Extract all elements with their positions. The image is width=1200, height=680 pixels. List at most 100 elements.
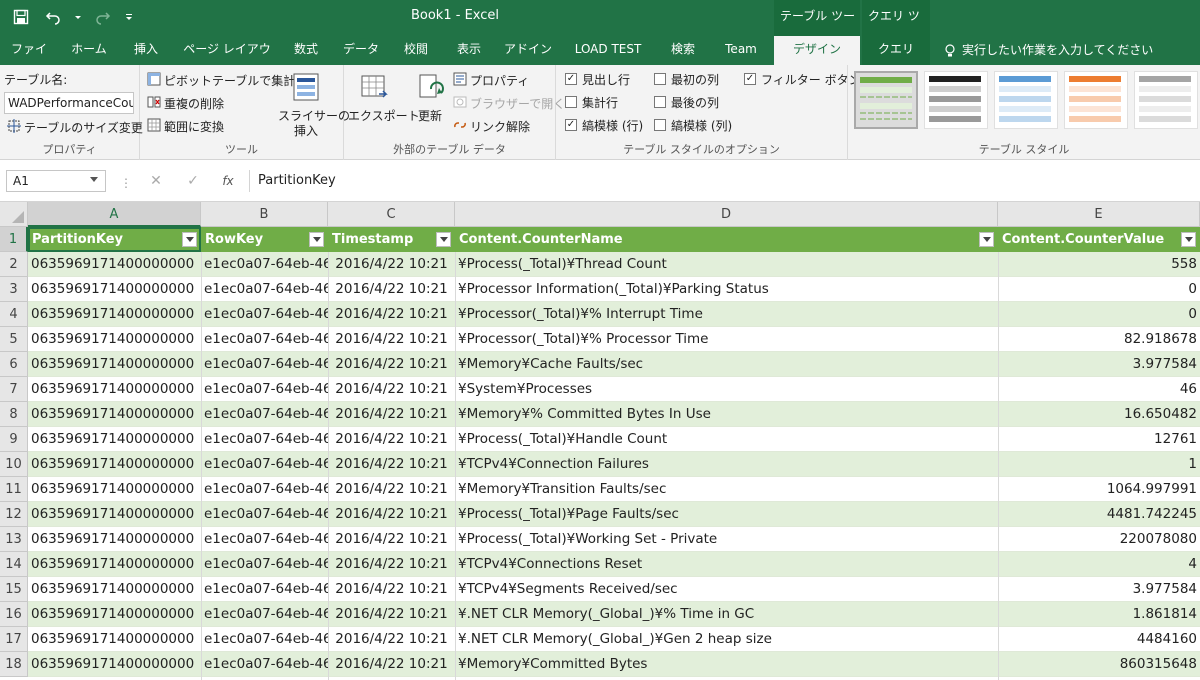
- table-cell-counter-name[interactable]: ¥Memory¥Committed Bytes: [455, 652, 998, 677]
- table-cell-counter-value[interactable]: 82.918678: [998, 327, 1200, 352]
- table-cell-partition-key[interactable]: 0635969171400000000: [28, 252, 201, 277]
- external-properties-button[interactable]: プロパティ: [470, 72, 529, 89]
- row-header[interactable]: 14: [0, 552, 28, 577]
- table-cell-counter-value[interactable]: 558: [998, 252, 1200, 277]
- table-header-counter-value[interactable]: Content.CounterValue: [998, 227, 1200, 252]
- table-cell-partition-key[interactable]: 0635969171400000000: [28, 427, 201, 452]
- table-cell-counter-value[interactable]: 3.977584: [998, 577, 1200, 602]
- table-cell-timestamp[interactable]: 2016/4/22 10:21: [328, 602, 455, 627]
- table-cell-row-key[interactable]: e1ec0a07-64eb-46: [201, 602, 328, 627]
- table-name-input[interactable]: WADPerformanceCou: [4, 92, 134, 114]
- table-cell-timestamp[interactable]: 2016/4/22 10:21: [328, 552, 455, 577]
- table-cell-row-key[interactable]: e1ec0a07-64eb-46: [201, 652, 328, 677]
- filter-dropdown-button[interactable]: [309, 232, 324, 247]
- tab-query[interactable]: クエリ: [862, 36, 930, 65]
- table-cell-counter-name[interactable]: ¥System¥Processes: [455, 377, 998, 402]
- row-header[interactable]: 5: [0, 327, 28, 352]
- table-cell-counter-value[interactable]: 1: [998, 452, 1200, 477]
- table-cell-timestamp[interactable]: 2016/4/22 10:21: [328, 527, 455, 552]
- table-cell-partition-key[interactable]: 0635969171400000000: [28, 402, 201, 427]
- tab-design[interactable]: デザイン: [774, 36, 860, 65]
- tab-page-layout[interactable]: ページ レイアウト: [180, 36, 274, 83]
- filter-button-checkbox[interactable]: ✓: [744, 73, 756, 85]
- table-cell-partition-key[interactable]: 0635969171400000000: [28, 477, 201, 502]
- table-cell-row-key[interactable]: e1ec0a07-64eb-46: [201, 352, 328, 377]
- table-cell-timestamp[interactable]: 2016/4/22 10:21: [328, 377, 455, 402]
- table-cell-counter-value[interactable]: 0: [998, 277, 1200, 302]
- table-cell-counter-name[interactable]: ¥Memory¥Transition Faults/sec: [455, 477, 998, 502]
- tab-insert[interactable]: 挿入: [124, 36, 168, 65]
- refresh-button[interactable]: 更新: [412, 107, 448, 124]
- table-cell-partition-key[interactable]: 0635969171400000000: [28, 602, 201, 627]
- filter-dropdown-button[interactable]: [436, 232, 451, 247]
- column-header[interactable]: B: [201, 202, 328, 227]
- open-in-browser-button[interactable]: ブラウザーで開く: [470, 95, 565, 112]
- first-column-checkbox[interactable]: [654, 73, 666, 85]
- table-cell-partition-key[interactable]: 0635969171400000000: [28, 627, 201, 652]
- last-column-checkbox[interactable]: [654, 96, 666, 108]
- tab-load-test[interactable]: LOAD TEST: [566, 36, 650, 65]
- column-header[interactable]: C: [328, 202, 455, 227]
- table-cell-counter-name[interactable]: ¥Memory¥% Committed Bytes In Use: [455, 402, 998, 427]
- tab-file[interactable]: ファイル: [6, 36, 52, 83]
- table-cell-partition-key[interactable]: 0635969171400000000: [28, 527, 201, 552]
- table-cell-counter-name[interactable]: ¥Process(_Total)¥Handle Count: [455, 427, 998, 452]
- pivot-summary-button[interactable]: ピボットテーブルで集計: [164, 72, 295, 89]
- insert-slicer-label-2[interactable]: 挿入: [278, 122, 334, 139]
- table-cell-row-key[interactable]: e1ec0a07-64eb-46: [201, 427, 328, 452]
- table-cell-partition-key[interactable]: 0635969171400000000: [28, 652, 201, 677]
- filter-dropdown-button[interactable]: [1181, 232, 1196, 247]
- table-cell-timestamp[interactable]: 2016/4/22 10:21: [328, 352, 455, 377]
- table-cell-counter-name[interactable]: ¥Processor Information(_Total)¥Parking S…: [455, 277, 998, 302]
- table-cell-timestamp[interactable]: 2016/4/22 10:21: [328, 502, 455, 527]
- table-header-row-key[interactable]: RowKey: [201, 227, 328, 252]
- row-header[interactable]: 8: [0, 402, 28, 427]
- tab-team[interactable]: Team: [716, 36, 766, 65]
- table-cell-counter-value[interactable]: 1064.997991: [998, 477, 1200, 502]
- table-cell-row-key[interactable]: e1ec0a07-64eb-46: [201, 302, 328, 327]
- table-cell-row-key[interactable]: e1ec0a07-64eb-46: [201, 477, 328, 502]
- filter-dropdown-button[interactable]: [182, 232, 197, 247]
- banded-columns-checkbox[interactable]: [654, 119, 666, 131]
- select-all-button[interactable]: [0, 202, 28, 227]
- table-cell-row-key[interactable]: e1ec0a07-64eb-46: [201, 402, 328, 427]
- tab-addins[interactable]: アドイン: [500, 36, 556, 65]
- table-cell-row-key[interactable]: e1ec0a07-64eb-46: [201, 577, 328, 602]
- table-cell-partition-key[interactable]: 0635969171400000000: [28, 302, 201, 327]
- tab-formulas[interactable]: 数式: [284, 36, 328, 65]
- row-header[interactable]: 13: [0, 527, 28, 552]
- tab-home[interactable]: ホーム: [66, 36, 112, 65]
- table-cell-counter-name[interactable]: ¥Processor(_Total)¥% Processor Time: [455, 327, 998, 352]
- table-cell-timestamp[interactable]: 2016/4/22 10:21: [328, 652, 455, 677]
- table-cell-counter-value[interactable]: 4484160: [998, 627, 1200, 652]
- table-cell-counter-name[interactable]: ¥Process(_Total)¥Page Faults/sec: [455, 502, 998, 527]
- table-style-orange[interactable]: [1064, 71, 1128, 129]
- table-cell-partition-key[interactable]: 0635969171400000000: [28, 577, 201, 602]
- row-header[interactable]: 3: [0, 277, 28, 302]
- table-cell-counter-name[interactable]: ¥Process(_Total)¥Thread Count: [455, 252, 998, 277]
- remove-duplicates-button[interactable]: 重複の削除: [164, 95, 224, 112]
- table-cell-timestamp[interactable]: 2016/4/22 10:21: [328, 302, 455, 327]
- table-cell-counter-value[interactable]: 220078080: [998, 527, 1200, 552]
- name-box-dropdown-icon[interactable]: [90, 177, 98, 182]
- table-header-counter-name[interactable]: Content.CounterName: [455, 227, 998, 252]
- row-header[interactable]: 17: [0, 627, 28, 652]
- table-cell-partition-key[interactable]: 0635969171400000000: [28, 377, 201, 402]
- table-cell-counter-value[interactable]: 12761: [998, 427, 1200, 452]
- tab-view[interactable]: 表示: [448, 36, 490, 65]
- row-header[interactable]: 18: [0, 652, 28, 677]
- table-cell-counter-value[interactable]: 46: [998, 377, 1200, 402]
- worksheet-grid[interactable]: A B C D E 1 2 3 4 5 6 7 8 9 10 11 12 13 14 15 16 17 18 Partitio…: [0, 202, 1200, 680]
- table-cell-row-key[interactable]: e1ec0a07-64eb-46: [201, 277, 328, 302]
- table-style-blue[interactable]: [994, 71, 1058, 129]
- table-cell-timestamp[interactable]: 2016/4/22 10:21: [328, 627, 455, 652]
- table-cell-counter-name[interactable]: ¥Processor(_Total)¥% Interrupt Time: [455, 302, 998, 327]
- table-cell-counter-name[interactable]: ¥Memory¥Cache Faults/sec: [455, 352, 998, 377]
- table-cell-row-key[interactable]: e1ec0a07-64eb-46: [201, 252, 328, 277]
- table-cell-partition-key[interactable]: 0635969171400000000: [28, 327, 201, 352]
- table-cell-partition-key[interactable]: 0635969171400000000: [28, 502, 201, 527]
- table-cell-counter-name[interactable]: ¥.NET CLR Memory(_Global_)¥Gen 2 heap si…: [455, 627, 998, 652]
- cancel-entry-button[interactable]: ✕: [146, 171, 166, 191]
- table-cell-row-key[interactable]: e1ec0a07-64eb-46: [201, 502, 328, 527]
- table-cell-counter-value[interactable]: 4: [998, 552, 1200, 577]
